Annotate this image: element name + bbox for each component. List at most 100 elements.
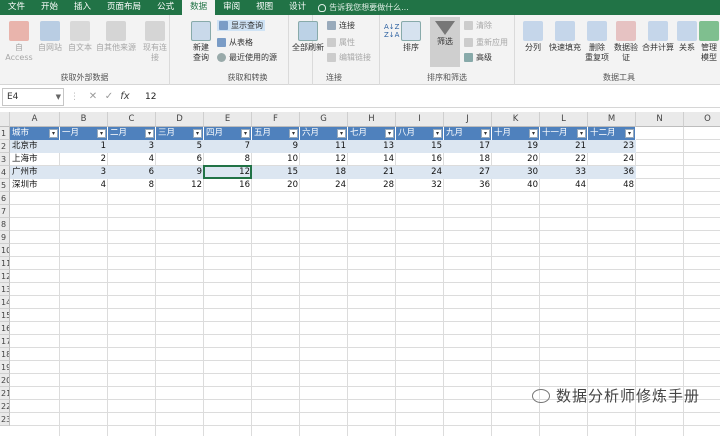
value-cell[interactable]: 15: [252, 166, 300, 179]
value-cell[interactable]: 15: [396, 140, 444, 153]
value-cell[interactable]: 11: [300, 140, 348, 153]
name-box[interactable]: E4 ▼: [2, 87, 64, 106]
table-header-cell[interactable]: 四月 ▾: [204, 127, 252, 140]
value-cell[interactable]: 2: [60, 153, 108, 166]
value-cell[interactable]: 8: [108, 179, 156, 192]
tab-2[interactable]: 插入: [66, 0, 99, 15]
value-cell[interactable]: 40: [492, 179, 540, 192]
edit-links-button[interactable]: 编辑链接: [327, 52, 371, 63]
column-header[interactable]: M: [588, 112, 636, 127]
value-cell[interactable]: 44: [540, 179, 588, 192]
row-header[interactable]: 16: [0, 322, 10, 335]
existing-connections-button[interactable]: 现有连接: [140, 21, 170, 63]
connections-button[interactable]: 连接: [327, 20, 355, 31]
table-header-cell[interactable]: 十二月 ▾: [588, 127, 636, 140]
row-header[interactable]: 2: [0, 140, 10, 153]
recent-sources-button[interactable]: 最近使用的源: [217, 52, 277, 63]
value-cell[interactable]: 27: [444, 166, 492, 179]
row-header[interactable]: 10: [0, 244, 10, 257]
column-header[interactable]: I: [396, 112, 444, 127]
value-cell[interactable]: 5: [156, 140, 204, 153]
show-queries-button[interactable]: 显示查询: [217, 20, 265, 31]
column-header[interactable]: L: [540, 112, 588, 127]
value-cell[interactable]: 22: [540, 153, 588, 166]
tab-8[interactable]: 设计: [281, 0, 314, 15]
value-cell[interactable]: 48: [588, 179, 636, 192]
selected-cell[interactable]: [203, 165, 252, 179]
manage-data-model-button[interactable]: 管理 模型: [698, 21, 720, 63]
value-cell[interactable]: 21: [540, 140, 588, 153]
filter-dropdown-icon[interactable]: ▾: [241, 129, 250, 138]
filter-dropdown-icon[interactable]: ▾: [529, 129, 538, 138]
table-header-cell[interactable]: 九月 ▾: [444, 127, 492, 140]
row-header[interactable]: 15: [0, 309, 10, 322]
remove-duplicates-button[interactable]: 删除 重复项: [584, 21, 610, 63]
table-header-cell[interactable]: 十月 ▾: [492, 127, 540, 140]
data-validation-button[interactable]: 数据验 证: [612, 21, 640, 63]
filter-dropdown-icon[interactable]: ▾: [289, 129, 298, 138]
row-header[interactable]: 12: [0, 270, 10, 283]
tab-4[interactable]: 公式: [149, 0, 182, 15]
tab-7[interactable]: 视图: [248, 0, 281, 15]
table-header-cell[interactable]: 六月 ▾: [300, 127, 348, 140]
value-cell[interactable]: 4: [108, 153, 156, 166]
value-cell[interactable]: 4: [60, 179, 108, 192]
filter-dropdown-icon[interactable]: ▾: [49, 129, 58, 138]
relationships-button[interactable]: 关系: [676, 21, 698, 53]
sort-button[interactable]: 排序: [398, 21, 424, 53]
from-web-button[interactable]: 自网站: [36, 21, 64, 53]
value-cell[interactable]: 16: [204, 179, 252, 192]
table-header-cell[interactable]: 八月 ▾: [396, 127, 444, 140]
table-header-cell[interactable]: 五月 ▾: [252, 127, 300, 140]
row-header[interactable]: 1: [0, 127, 10, 140]
column-header[interactable]: O: [684, 112, 720, 127]
value-cell[interactable]: 14: [348, 153, 396, 166]
filter-dropdown-icon[interactable]: ▾: [97, 129, 106, 138]
column-header[interactable]: F: [252, 112, 300, 127]
city-cell[interactable]: 深圳市: [10, 179, 60, 192]
column-header[interactable]: J: [444, 112, 492, 127]
value-cell[interactable]: 36: [588, 166, 636, 179]
value-cell[interactable]: 24: [588, 153, 636, 166]
value-cell[interactable]: 32: [396, 179, 444, 192]
column-header[interactable]: N: [636, 112, 684, 127]
row-header[interactable]: 23: [0, 413, 10, 426]
city-cell[interactable]: 北京市: [10, 140, 60, 153]
value-cell[interactable]: 6: [156, 153, 204, 166]
value-cell[interactable]: 36: [444, 179, 492, 192]
value-cell[interactable]: 10: [252, 153, 300, 166]
properties-button[interactable]: 属性: [327, 37, 355, 48]
consolidate-button[interactable]: 合并计算: [640, 21, 676, 53]
value-cell[interactable]: 24: [396, 166, 444, 179]
row-header[interactable]: 22: [0, 400, 10, 413]
filter-dropdown-icon[interactable]: ▾: [385, 129, 394, 138]
tab-5[interactable]: 数据: [182, 0, 216, 15]
value-cell[interactable]: 12: [156, 179, 204, 192]
table-header-cell[interactable]: 一月 ▾: [60, 127, 108, 140]
column-header[interactable]: H: [348, 112, 396, 127]
value-cell[interactable]: 20: [492, 153, 540, 166]
new-query-button[interactable]: 新建 查询: [187, 21, 215, 63]
row-header[interactable]: 6: [0, 192, 10, 205]
table-header-cell[interactable]: 十一月 ▾: [540, 127, 588, 140]
column-header[interactable]: C: [108, 112, 156, 127]
tab-6[interactable]: 审阅: [215, 0, 248, 15]
value-cell[interactable]: 17: [444, 140, 492, 153]
value-cell[interactable]: 18: [300, 166, 348, 179]
value-cell[interactable]: 9: [252, 140, 300, 153]
value-cell[interactable]: 9: [156, 166, 204, 179]
select-all-corner[interactable]: [0, 112, 10, 127]
tell-me-box[interactable]: 告诉我您想要做什么...: [318, 2, 409, 13]
value-cell[interactable]: 3: [60, 166, 108, 179]
confirm-icon[interactable]: ✓: [101, 91, 117, 102]
refresh-all-button[interactable]: 全部刷新: [291, 21, 325, 53]
table-header-cell[interactable]: 城市 ▾: [10, 127, 60, 140]
row-header[interactable]: 17: [0, 335, 10, 348]
value-cell[interactable]: 1: [60, 140, 108, 153]
row-header[interactable]: 13: [0, 283, 10, 296]
filter-dropdown-icon[interactable]: ▾: [145, 129, 154, 138]
column-header[interactable]: D: [156, 112, 204, 127]
filter-dropdown-icon[interactable]: ▾: [433, 129, 442, 138]
row-header[interactable]: 4: [0, 166, 10, 179]
value-cell[interactable]: 20: [252, 179, 300, 192]
